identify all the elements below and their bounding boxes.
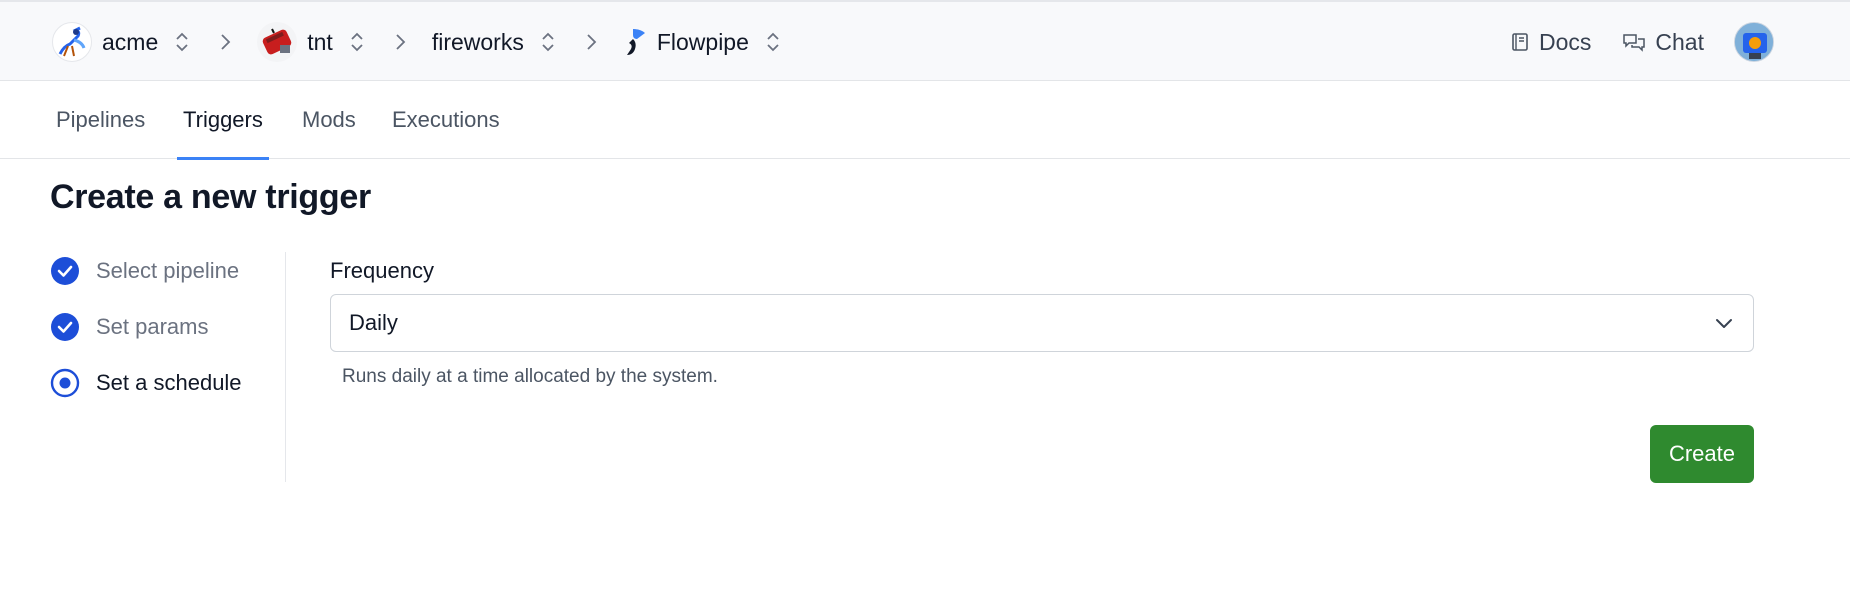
- step-set-params[interactable]: Set params: [50, 312, 209, 342]
- tab-executions[interactable]: Executions: [386, 81, 506, 159]
- tab-pipelines[interactable]: Pipelines: [50, 81, 151, 159]
- step-label: Select pipeline: [96, 258, 240, 283]
- step-set-schedule[interactable]: Set a schedule: [50, 368, 242, 398]
- breadcrumb-item-fireworks[interactable]: fireworks: [432, 29, 557, 56]
- chevron-up-down-icon[interactable]: [348, 30, 366, 54]
- frequency-help-text: Runs daily at a time allocated by the sy…: [342, 366, 718, 387]
- chevron-right-icon: [587, 34, 597, 50]
- chat-link[interactable]: Chat: [1621, 29, 1704, 56]
- tab-mods[interactable]: Mods: [296, 81, 362, 159]
- chevron-up-down-icon[interactable]: [173, 30, 191, 54]
- tab-bar: Pipelines Triggers Mods Executions: [0, 81, 1850, 160]
- docs-link[interactable]: Docs: [1509, 29, 1591, 56]
- book-icon: [1512, 33, 1528, 51]
- flowpipe-logo-icon: [623, 27, 649, 57]
- create-button[interactable]: Create: [1650, 425, 1754, 483]
- current-step-radio-icon: [50, 368, 80, 398]
- breadcrumb-label: fireworks: [431, 28, 524, 55]
- user-avatar-icon[interactable]: [1734, 22, 1774, 62]
- chat-label: Chat: [1655, 28, 1704, 55]
- frequency-label: Frequency: [330, 258, 434, 283]
- chevron-up-down-icon[interactable]: [539, 30, 557, 54]
- frequency-select[interactable]: Daily: [330, 294, 1754, 352]
- chevron-down-icon: [1716, 319, 1732, 328]
- header-right-nav: Docs Chat: [1509, 20, 1774, 64]
- docs-label: Docs: [1539, 28, 1592, 55]
- chevron-right-icon: [221, 34, 231, 50]
- page-title: Create a new trigger: [50, 178, 371, 216]
- step-select-pipeline[interactable]: Select pipeline: [50, 256, 239, 286]
- dynamite-avatar-icon: [257, 22, 298, 62]
- breadcrumb-label: acme: [102, 28, 159, 55]
- breadcrumb-item-acme[interactable]: acme: [52, 22, 191, 62]
- chat-bubbles-icon: [1623, 34, 1646, 52]
- chevron-right-icon: [396, 34, 406, 50]
- step-label: Set a schedule: [96, 370, 242, 395]
- breadcrumb: acme tnt fireworks Flowpipe: [52, 20, 782, 64]
- tab-triggers[interactable]: Triggers: [177, 81, 269, 160]
- chevron-up-down-icon[interactable]: [764, 30, 782, 54]
- check-circle-icon: [51, 257, 79, 285]
- breadcrumb-label: tnt: [307, 28, 333, 55]
- roadrunner-avatar-icon: [52, 22, 92, 62]
- top-bar: acme tnt fireworks Flowpipe Docs Chat: [0, 0, 1850, 81]
- step-list: Select pipeline Set params Set a schedul…: [50, 252, 286, 482]
- frequency-select-value: Daily: [349, 310, 398, 335]
- step-label: Set params: [96, 314, 209, 339]
- breadcrumb-label: Flowpipe: [656, 28, 749, 55]
- breadcrumb-item-flowpipe[interactable]: Flowpipe: [623, 27, 782, 57]
- check-circle-icon: [51, 313, 79, 341]
- breadcrumb-item-tnt[interactable]: tnt: [257, 22, 366, 62]
